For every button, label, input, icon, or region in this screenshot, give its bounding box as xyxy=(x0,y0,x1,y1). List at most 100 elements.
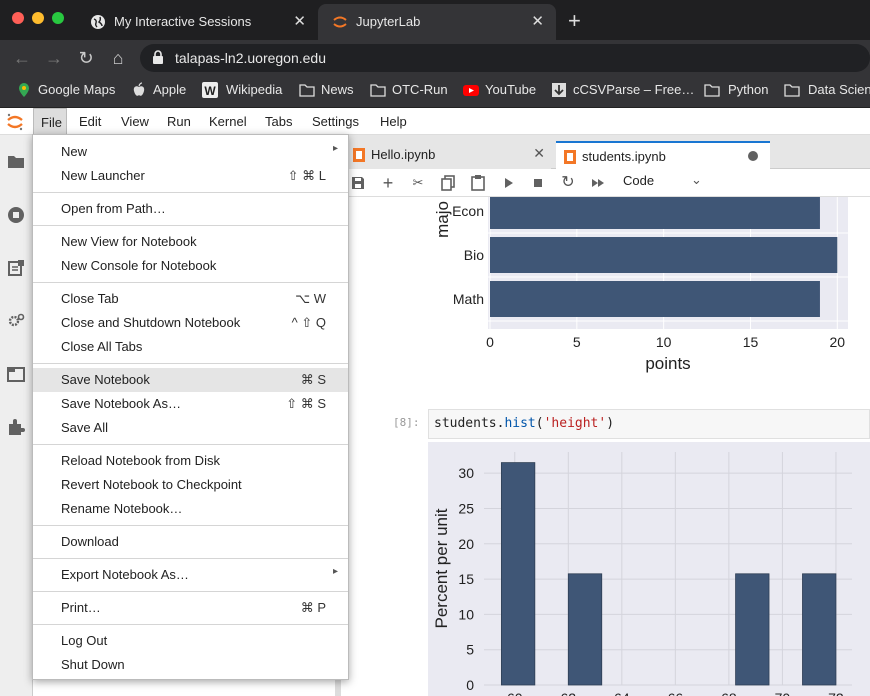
menu-item-export-notebook-as[interactable]: Export Notebook As… ▸ xyxy=(33,563,348,587)
menu-kernel[interactable]: Kernel xyxy=(209,114,247,129)
folder-icon[interactable] xyxy=(7,153,25,171)
back-button[interactable]: ← xyxy=(10,46,34,70)
menu-item-reload-notebook-from-disk[interactable]: Reload Notebook from Disk xyxy=(33,449,348,473)
cell-prompt: [8]: xyxy=(393,416,420,429)
notebook-icon xyxy=(564,150,576,164)
menu-item-print[interactable]: Print… ⌘ P xyxy=(33,596,348,620)
maximize-window-button[interactable] xyxy=(52,12,64,24)
reload-button[interactable]: ↻ xyxy=(74,46,98,70)
histogram-bar xyxy=(802,573,837,686)
tabs-icon[interactable] xyxy=(7,365,25,383)
menu-item-label: Revert Notebook to Checkpoint xyxy=(61,477,242,492)
menu-item-label: Save Notebook As… xyxy=(61,396,181,411)
chevron-down-icon[interactable]: ⌄ xyxy=(691,172,702,188)
run-icon[interactable] xyxy=(499,174,517,192)
y-tick-label: 25 xyxy=(458,500,474,516)
cell-type-select[interactable]: Code xyxy=(623,173,654,188)
close-tab-icon[interactable]: ✕ xyxy=(531,12,544,30)
home-button[interactable]: ⌂ xyxy=(106,46,130,70)
menu-item-label: Shut Down xyxy=(61,657,125,672)
tab-hello-ipynb[interactable]: Hello.ipynb ✕ xyxy=(345,141,551,169)
menu-file[interactable]: File xyxy=(33,108,67,135)
menu-view[interactable]: View xyxy=(121,114,149,129)
menu-item-new-view-for-notebook[interactable]: New View for Notebook xyxy=(33,230,348,254)
gear-icon[interactable] xyxy=(7,312,25,330)
menu-item-close-tab[interactable]: Close Tab ⌥ W xyxy=(33,287,348,311)
fast-forward-icon[interactable] xyxy=(589,174,607,192)
new-tab-button[interactable]: + xyxy=(568,8,581,34)
forward-button[interactable]: → xyxy=(42,46,66,70)
histogram-bar xyxy=(500,462,536,686)
menu-item-label: New Console for Notebook xyxy=(61,258,217,273)
menu-item-close-all-tabs[interactable]: Close All Tabs xyxy=(33,335,348,359)
commands-icon[interactable] xyxy=(7,259,25,277)
menu-item-shut-down[interactable]: Shut Down xyxy=(33,653,348,677)
code-object: students. xyxy=(434,416,505,431)
unsaved-dot-icon[interactable] xyxy=(748,151,758,161)
menu-run[interactable]: Run xyxy=(167,114,191,129)
y-tick-label: 0 xyxy=(466,677,474,693)
browser-tab-jupyterlab[interactable]: JupyterLab ✕ xyxy=(318,4,556,40)
menu-item-label: Download xyxy=(61,534,119,549)
menu-item-log-out[interactable]: Log Out xyxy=(33,629,348,653)
bookmarks-bar: Google Maps Apple W Wikipedia News OTC-R… xyxy=(0,76,870,108)
restart-icon[interactable]: ↻ xyxy=(559,174,577,192)
menu-separator xyxy=(33,363,348,364)
menu-item-label: New View for Notebook xyxy=(61,234,197,249)
x-tick-label: 68 xyxy=(721,690,737,696)
notebook-toolbar: + ✂ ↻ Code ⌄ xyxy=(341,169,870,197)
code-cell-input[interactable]: students.hist('height') xyxy=(428,409,870,439)
menu-separator xyxy=(33,282,348,283)
document-tab-bar: Hello.ipynb ✕ students.ipynb xyxy=(341,135,870,169)
menu-help[interactable]: Help xyxy=(380,114,407,129)
menu-item-label: Print… xyxy=(61,600,101,615)
menu-item-save-all[interactable]: Save All xyxy=(33,416,348,440)
close-tab-icon[interactable]: ✕ xyxy=(533,145,545,162)
submenu-arrow-icon: ▸ xyxy=(332,566,338,577)
save-icon[interactable] xyxy=(349,174,367,192)
cut-icon[interactable]: ✂ xyxy=(409,174,427,192)
running-sessions-icon[interactable] xyxy=(7,206,25,224)
menu-item-download[interactable]: Download xyxy=(33,530,348,554)
menu-item-open-from-path[interactable]: Open from Path… xyxy=(33,197,348,221)
notebook-icon xyxy=(353,148,365,162)
browser-tab-title: My Interactive Sessions xyxy=(114,14,252,29)
menu-edit[interactable]: Edit xyxy=(79,114,101,129)
notebook-content[interactable]: 0 5 10 15 20 Econ Bio Math points majo [8]: stude… xyxy=(341,197,870,696)
menu-separator xyxy=(33,444,348,445)
x-tick-label: 10 xyxy=(656,334,672,350)
extensions-icon[interactable] xyxy=(7,418,25,436)
add-cell-icon[interactable]: + xyxy=(379,174,397,192)
menu-item-revert-notebook-to-checkpoint[interactable]: Revert Notebook to Checkpoint xyxy=(33,473,348,497)
left-sidebar xyxy=(0,135,33,696)
url-text: talapas-ln2.uoregon.edu xyxy=(175,50,327,66)
menu-item-new-launcher[interactable]: New Launcher ⇧ ⌘ L xyxy=(33,164,348,188)
menu-item-rename-notebook[interactable]: Rename Notebook… xyxy=(33,497,348,521)
x-tick-label: 64 xyxy=(614,690,630,696)
bar-math xyxy=(490,281,820,317)
copy-icon[interactable] xyxy=(439,174,457,192)
minimize-window-button[interactable] xyxy=(32,12,44,24)
menu-tabs[interactable]: Tabs xyxy=(265,114,292,129)
close-window-button[interactable] xyxy=(12,12,24,24)
browser-tab-sessions[interactable]: My Interactive Sessions ✕ xyxy=(76,4,318,40)
browser-tab-title: JupyterLab xyxy=(356,14,421,29)
menu-item-save-notebook[interactable]: Save Notebook ⌘ S xyxy=(33,368,348,392)
x-axis-label: points xyxy=(645,354,690,373)
menu-item-label: Close Tab xyxy=(61,291,119,306)
svg-text:W: W xyxy=(204,84,216,98)
tab-students-ipynb[interactable]: students.ipynb xyxy=(556,141,770,169)
paste-icon[interactable] xyxy=(469,174,487,192)
menu-item-new-console-for-notebook[interactable]: New Console for Notebook xyxy=(33,254,348,278)
close-tab-icon[interactable]: ✕ xyxy=(293,12,306,30)
y-tick-label: 5 xyxy=(466,642,474,658)
menu-item-new[interactable]: New ▸ xyxy=(33,140,348,164)
file-menu-dropdown: New ▸ New Launcher ⇧ ⌘ L Open from Path… New … xyxy=(32,134,349,680)
address-bar[interactable]: talapas-ln2.uoregon.edu xyxy=(140,44,870,72)
folder-icon xyxy=(704,84,720,97)
menu-item-save-notebook-as[interactable]: Save Notebook As… ⇧ ⌘ S xyxy=(33,392,348,416)
menu-separator xyxy=(33,624,348,625)
menu-settings[interactable]: Settings xyxy=(312,114,359,129)
menu-item-close-and-shutdown-notebook[interactable]: Close and Shutdown Notebook ^ ⇧ Q xyxy=(33,311,348,335)
stop-icon[interactable] xyxy=(529,174,547,192)
